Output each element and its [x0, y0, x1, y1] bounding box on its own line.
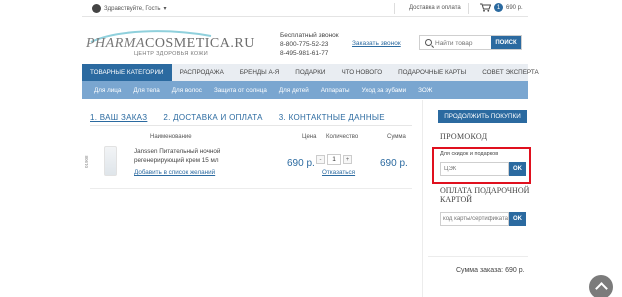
- subnav-sun-protection[interactable]: Защита от солнца: [208, 87, 273, 94]
- continue-shopping-button[interactable]: ПРОДОЛЖИТЬ ПОКУПКИ: [438, 110, 527, 123]
- product-image[interactable]: [104, 146, 117, 176]
- free-call-label: Бесплатный звонок: [280, 32, 339, 39]
- subnav-kids[interactable]: Для детей: [273, 87, 315, 94]
- logo-text: PHARMACOSMETICA.RU: [86, 36, 255, 52]
- header-name: Наименование: [150, 134, 192, 140]
- checkout-steps: 1. ВАШ ЗАКАЗ 2. ДОСТАВКА И ОПЛАТА 3. КОН…: [90, 113, 401, 122]
- secondary-nav: Для лица Для тела Для волос Защита от со…: [82, 81, 528, 99]
- divider: [468, 3, 469, 14]
- header-price: Цена: [302, 134, 317, 140]
- promo-highlight-box: [432, 147, 531, 184]
- nav-gifts[interactable]: ПОДАРКИ: [287, 64, 333, 81]
- search-input[interactable]: [435, 37, 490, 49]
- phone-block: Бесплатный звонок 8-800-775-52-23 8-495-…: [280, 31, 339, 58]
- nav-expert-advice[interactable]: СОВЕТ ЭКСПЕРТА: [474, 64, 546, 81]
- step-contact-details[interactable]: 3. КОНТАКТНЫЕ ДАННЫЕ: [279, 113, 385, 122]
- subnav-devices[interactable]: Аппараты: [315, 87, 356, 94]
- subnav-body[interactable]: Для тела: [127, 87, 165, 94]
- divider: [90, 188, 412, 189]
- step-your-order[interactable]: 1. ВАШ ЗАКАЗ: [90, 113, 147, 122]
- callback-link[interactable]: Заказать звонок: [352, 40, 401, 47]
- header-sum: Сумма: [387, 134, 406, 140]
- product-name[interactable]: Janssen Питательный ночной регенерирующи…: [134, 147, 234, 165]
- step-delivery-payment[interactable]: 2. ДОСТАВКА И ОПЛАТА: [163, 113, 262, 122]
- nav-categories[interactable]: ТОВАРНЫЕ КАТЕГОРИИ: [82, 64, 172, 81]
- primary-nav: ТОВАРНЫЕ КАТЕГОРИИ РАСПРОДАЖА БРЕНДЫ А-Я…: [82, 64, 539, 81]
- gift-ok-button[interactable]: OK: [509, 212, 526, 226]
- cart-total: 690 р.: [506, 4, 523, 11]
- user-icon: [92, 4, 101, 13]
- quantity-decrease-button[interactable]: -: [316, 155, 325, 164]
- header-quantity: Количество: [326, 134, 359, 140]
- order-sum: Сумма заказа: 690 р.: [456, 267, 525, 274]
- subnav-face[interactable]: Для лица: [88, 87, 127, 94]
- item-sum: 690 р.: [380, 158, 408, 169]
- search-icon: [425, 39, 432, 46]
- nav-sale[interactable]: РАСПРОДАЖА: [172, 64, 232, 81]
- cart-widget[interactable]: 1 690 р.: [480, 3, 523, 12]
- phone-primary[interactable]: 8-800-775-52-23: [280, 40, 339, 49]
- subnav-healthy-lifestyle[interactable]: ЗОЖ: [412, 87, 438, 94]
- remove-item-link[interactable]: Отказаться: [322, 169, 355, 176]
- user-greeting: Здравствуйте, Гость: [104, 5, 161, 12]
- quantity-stepper: - 1 +: [316, 154, 352, 165]
- divider: [90, 125, 412, 126]
- cart-icon: [480, 3, 491, 12]
- add-to-wishlist-link[interactable]: Добавить в список желаний: [134, 169, 215, 176]
- divider: [394, 3, 395, 14]
- promo-title: ПРОМОКОД: [440, 132, 488, 141]
- chevron-down-icon: ▾: [163, 6, 167, 12]
- user-menu[interactable]: Здравствуйте, Гость ▾: [92, 4, 167, 13]
- search-button[interactable]: ПОИСК: [491, 36, 521, 49]
- logo-tagline: ЦЕНТР ЗДОРОВЬЯ КОЖИ: [134, 51, 208, 57]
- cart-count-badge: 1: [494, 3, 503, 12]
- delivery-link[interactable]: Доставка и оплата: [409, 5, 461, 11]
- logo-cosmetica: COSMETICA.RU: [144, 36, 255, 51]
- nav-whats-new[interactable]: ЧТО НОВОГО: [333, 64, 390, 81]
- quantity-value[interactable]: 1: [327, 154, 341, 165]
- subnav-hair[interactable]: Для волос: [166, 87, 208, 94]
- order-summary-box: [428, 256, 528, 297]
- scroll-to-top-button[interactable]: [589, 275, 613, 297]
- nav-gift-cards[interactable]: ПОДАРОЧНЫЕ КАРТЫ: [390, 64, 474, 81]
- quantity-increase-button[interactable]: +: [343, 155, 352, 164]
- nav-brands[interactable]: БРЕНДЫ А-Я: [232, 64, 288, 81]
- gift-card-input[interactable]: [440, 212, 509, 226]
- divider: [422, 100, 423, 297]
- subnav-dental[interactable]: Уход за зубами: [356, 87, 413, 94]
- item-price: 690 р.: [287, 158, 315, 169]
- logo-pharma: PHARMA: [86, 36, 145, 51]
- product-code: 01908: [84, 155, 89, 168]
- top-bar: Здравствуйте, Гость ▾ Доставка и оплата …: [82, 0, 528, 17]
- phone-secondary[interactable]: 8-495-981-61-77: [280, 49, 339, 58]
- search-box: ПОИСК: [419, 35, 522, 50]
- gift-card-title: ОПЛАТА ПОДАРОЧНОЙ КАРТОЙ: [440, 186, 530, 204]
